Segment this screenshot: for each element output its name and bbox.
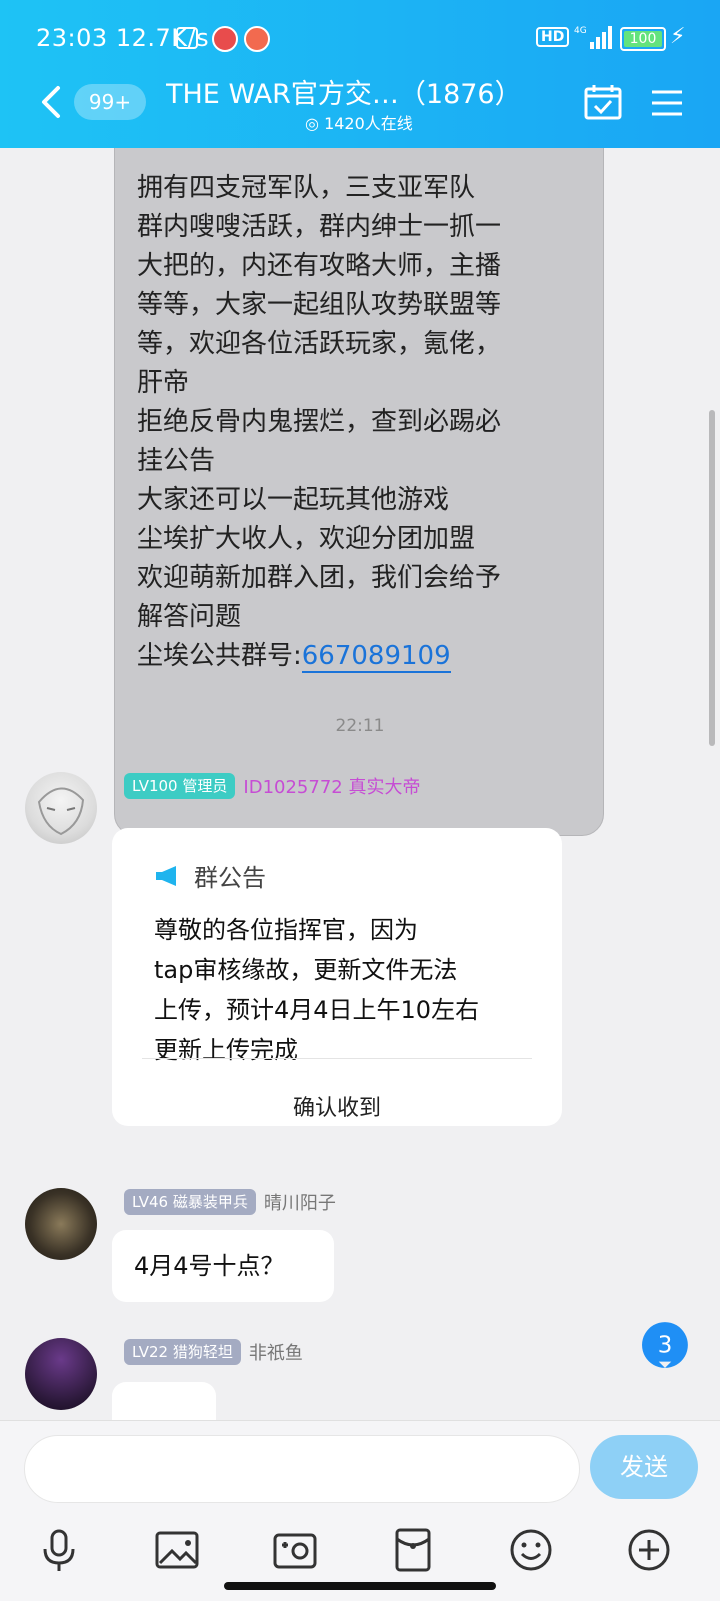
level-tag: LV100 管理员 bbox=[124, 773, 236, 799]
image-icon[interactable] bbox=[152, 1525, 202, 1575]
status-bar: 23:03 12.7K/s HD 4G 100 ⚡ bbox=[0, 0, 720, 72]
input-area: 发送 bbox=[0, 1420, 720, 1601]
announcement-line: 拥有四支冠军队，三支亚军队 bbox=[137, 173, 476, 203]
message-bubble[interactable] bbox=[112, 1382, 216, 1420]
red-packet-icon[interactable] bbox=[388, 1525, 438, 1575]
announcement-lines: 拥有四支冠军队，三支亚军队 群内嗖嗖活跃，群内绅士一抓一 大把的，内还有攻略大师，主… bbox=[137, 169, 581, 637]
notice-line: 尊敬的各位指挥官，因为 bbox=[154, 916, 418, 944]
signal-icon: 4G bbox=[574, 26, 612, 49]
sender-info: LV22 猎狗轻坦 非祇鱼 bbox=[124, 1338, 303, 1366]
sender-info: LV100 管理员 ID1025772 真实大帝 bbox=[124, 772, 420, 800]
announcement-line: 拒绝反骨内鬼摆烂，查到必踢必 bbox=[137, 407, 502, 437]
notice-card-title: 群公告 bbox=[194, 864, 266, 892]
new-message-indicator[interactable]: 3 bbox=[640, 1320, 690, 1370]
unread-badge[interactable]: 99+ bbox=[74, 84, 146, 120]
app-notify-icon bbox=[212, 26, 238, 52]
announcement-line: 等，欢迎各位活跃玩家，氪佬， bbox=[137, 329, 502, 359]
announcement-line: 群内嗖嗖活跃，群内绅士一抓一 bbox=[137, 212, 502, 242]
calendar-check-icon[interactable] bbox=[584, 84, 622, 120]
notice-card-header: 群公告 bbox=[154, 858, 266, 893]
notice-card[interactable]: 群公告 尊敬的各位指挥官，因为 tap审核缘故，更新文件无法 上传，预计4月4日上午… bbox=[112, 828, 562, 1126]
notice-line: 上传，预计4月4日上午10左右 bbox=[154, 996, 480, 1024]
announcement-line: 尘埃扩大收人，欢迎分团加盟 bbox=[137, 524, 476, 554]
battery-icon: 100 bbox=[620, 27, 666, 51]
online-icon: ◎ bbox=[305, 114, 319, 133]
announcement-line: 欢迎萌新加群入团，我们会给予 bbox=[137, 563, 502, 593]
group-number-link[interactable]: 667089109 bbox=[301, 641, 451, 673]
app-notify-icon-2 bbox=[244, 26, 270, 52]
scrollbar[interactable] bbox=[709, 410, 715, 746]
sender-name[interactable]: 非祇鱼 bbox=[249, 1339, 303, 1365]
announcement-line: 肝帝 bbox=[137, 368, 190, 398]
avatar[interactable] bbox=[25, 1188, 97, 1260]
avatar-sketch bbox=[37, 787, 85, 836]
sender-info: LV46 磁暴装甲兵 晴川阳子 bbox=[124, 1188, 336, 1216]
online-count[interactable]: ◎ 1420人在线 bbox=[305, 110, 413, 134]
message-bubble[interactable]: 4月4号十点？ bbox=[112, 1230, 334, 1302]
announcement-line: 挂公告 bbox=[137, 446, 216, 476]
avatar[interactable] bbox=[25, 1338, 97, 1410]
message-text: 4月4号十点？ bbox=[134, 1252, 285, 1280]
send-button[interactable]: 发送 bbox=[590, 1435, 698, 1499]
level-tag: LV22 猎狗轻坦 bbox=[124, 1339, 241, 1365]
notice-line: tap审核缘故，更新文件无法 bbox=[154, 956, 458, 984]
group-number-line: 尘埃公共群号:667089109 bbox=[137, 641, 451, 673]
hd-icon: HD bbox=[536, 27, 570, 47]
sender-name[interactable]: 晴川阳子 bbox=[264, 1189, 336, 1215]
emoji-icon[interactable] bbox=[506, 1525, 556, 1575]
battery-level: 100 bbox=[629, 31, 657, 47]
divider bbox=[142, 1058, 532, 1059]
notice-line: 更新上传完成 bbox=[154, 1036, 298, 1064]
group-title[interactable]: THE WAR官方交…（1876） bbox=[166, 72, 546, 111]
notice-card-body: 尊敬的各位指挥官，因为 tap审核缘故，更新文件无法 上传，预计4月4日上午10左右… bbox=[154, 910, 544, 1070]
avatar[interactable] bbox=[25, 772, 97, 844]
message-timestamp: 22:11 bbox=[335, 716, 385, 736]
new-message-count: 3 bbox=[658, 1332, 673, 1358]
announcement-line: 解答问题 bbox=[137, 602, 242, 632]
plus-icon[interactable] bbox=[624, 1525, 674, 1575]
megaphone-icon bbox=[156, 865, 176, 886]
mic-icon[interactable] bbox=[34, 1525, 84, 1575]
home-indicator[interactable] bbox=[224, 1582, 496, 1590]
charging-icon: ⚡ bbox=[670, 24, 686, 49]
announcement-line: 等等，大家一起组队攻势联盟等 bbox=[137, 290, 502, 320]
sender-name[interactable]: ID1025772 真实大帝 bbox=[243, 773, 420, 799]
announcement-line: 大把的，内还有攻略大师，主播 bbox=[137, 251, 502, 281]
network-type: 4G bbox=[574, 26, 587, 36]
message-input[interactable] bbox=[24, 1435, 580, 1503]
chat-area[interactable]: 拥有四支冠军队，三支亚军队 群内嗖嗖活跃，群内绅士一抓一 大把的，内还有攻略大师，主… bbox=[0, 148, 720, 1420]
top-bar: 23:03 12.7K/s HD 4G 100 ⚡ 99+ THE WAR官方交… bbox=[0, 0, 720, 148]
back-icon[interactable] bbox=[36, 82, 66, 122]
camera-icon[interactable] bbox=[270, 1525, 320, 1575]
menu-icon[interactable] bbox=[650, 88, 684, 118]
confirm-received-button[interactable]: 确认收到 bbox=[112, 1090, 562, 1122]
nfc-icon bbox=[176, 27, 198, 49]
level-tag: LV46 磁暴装甲兵 bbox=[124, 1189, 256, 1215]
announcement-line: 大家还可以一起玩其他游戏 bbox=[137, 485, 450, 515]
